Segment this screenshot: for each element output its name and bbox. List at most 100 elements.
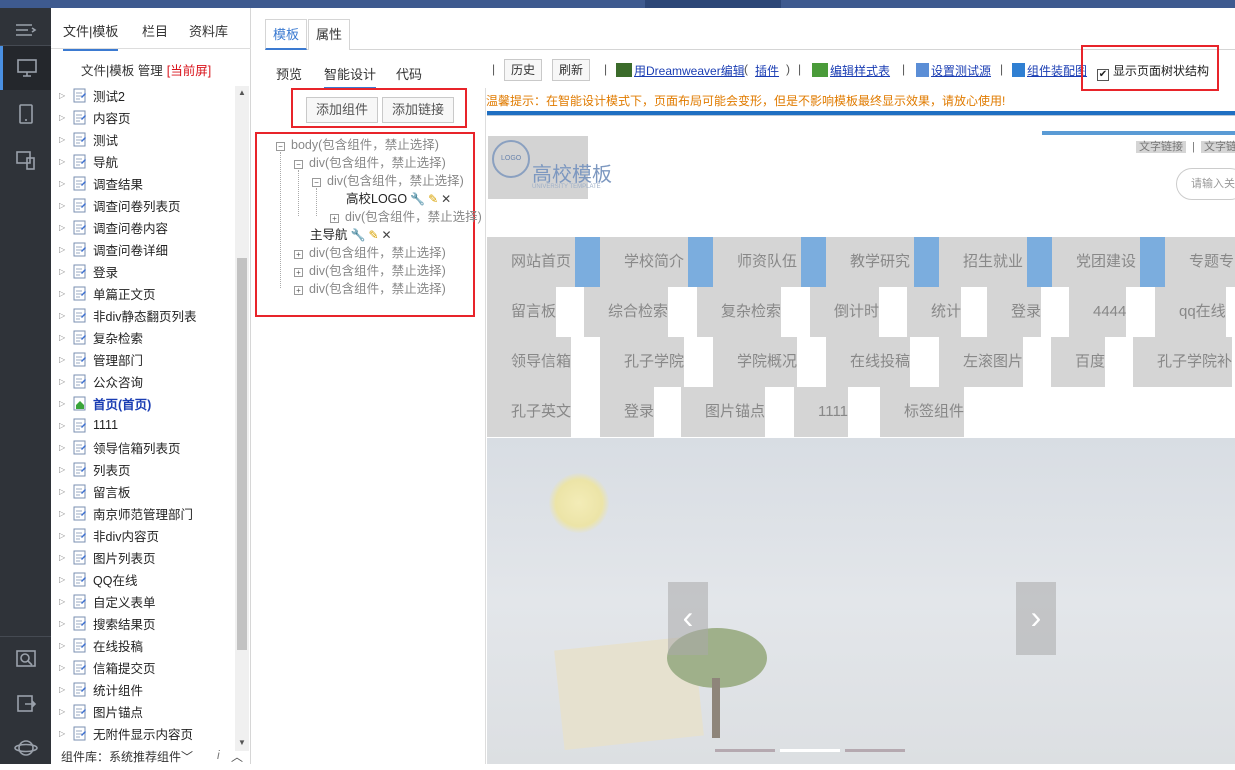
expand-arrow-icon[interactable]: ▷	[59, 245, 69, 254]
nav-item[interactable]: 专题专	[1165, 237, 1235, 287]
delete-icon[interactable]: ✕	[441, 190, 451, 208]
multi-device-icon[interactable]	[0, 138, 51, 182]
template-list-item[interactable]: ▷ 领导信箱列表页	[51, 436, 235, 458]
set-test-source-link[interactable]: 设置测试源	[916, 62, 991, 79]
expand-arrow-icon[interactable]: ▷	[59, 531, 69, 540]
tab-properties[interactable]: 属性	[308, 19, 351, 50]
expand-arrow-icon[interactable]: ▷	[59, 465, 69, 474]
nav-item[interactable]: 招生就业	[939, 237, 1027, 287]
expand-arrow-icon[interactable]: ▷	[59, 421, 69, 430]
expand-arrow-icon[interactable]: ▷	[59, 377, 69, 386]
expand-arrow-icon[interactable]: ▷	[59, 289, 69, 298]
add-link-button[interactable]: 添加链接	[382, 97, 455, 123]
template-list-item[interactable]: ▷ 测试	[51, 128, 235, 150]
tab-smart-design[interactable]: 智能设计	[324, 64, 377, 89]
tree-node-body[interactable]: − body(包含组件，禁止选择)	[276, 136, 439, 154]
site-search-input[interactable]: 请输入关	[1176, 168, 1235, 200]
nav-item[interactable]: 统计	[907, 287, 962, 337]
template-list-item[interactable]: ▷ 自定义表单	[51, 590, 235, 612]
scroll-up-icon[interactable]: ▲	[238, 88, 246, 97]
tab-file-template[interactable]: 文件|模板	[63, 21, 119, 51]
expand-icon[interactable]: +	[330, 214, 339, 223]
template-list-item[interactable]: ▷ QQ在线	[51, 568, 235, 590]
template-list-item[interactable]: ▷ 1111	[51, 414, 235, 436]
nav-item[interactable]: 综合检索	[584, 287, 669, 337]
prev-slide-button[interactable]: ‹	[668, 582, 708, 655]
expand-arrow-icon[interactable]: ▷	[59, 333, 69, 342]
expand-arrow-icon[interactable]: ▷	[59, 663, 69, 672]
nav-item[interactable]: 留言板	[487, 287, 557, 337]
pencil-icon[interactable]: ✎	[368, 226, 378, 244]
nav-item[interactable]: 孔子英文	[487, 387, 572, 437]
template-list-item[interactable]: ▷ 调查问卷详细	[51, 238, 235, 260]
nav-item[interactable]: 孔子学院补	[1133, 337, 1233, 387]
template-list-item[interactable]: ▷ 公众咨询	[51, 370, 235, 392]
expand-arrow-icon[interactable]: ▷	[59, 619, 69, 628]
nav-item[interactable]: 复杂检索	[697, 287, 782, 337]
template-list-item[interactable]: ▷ 测试2	[51, 84, 235, 106]
site-logo[interactable]: LOGO 高校模板 UNIVERSITY TEMPLATE	[488, 136, 612, 199]
template-list-item[interactable]: ▷ 单篇正文页	[51, 282, 235, 304]
tree-node-div[interactable]: + div(包含组件，禁止选择)	[294, 262, 446, 280]
template-list-item[interactable]: ▷ 搜索结果页	[51, 612, 235, 634]
add-component-button[interactable]: 添加组件	[306, 97, 379, 123]
nav-item[interactable]: 百度	[1051, 337, 1106, 387]
expand-arrow-icon[interactable]: ▷	[59, 575, 69, 584]
template-list-item[interactable]: ▷ 导航	[51, 150, 235, 172]
template-list-item[interactable]: ▷ 信箱提交页	[51, 656, 235, 678]
tablet-icon[interactable]	[0, 92, 51, 136]
pencil-icon[interactable]: ✎	[428, 190, 438, 208]
nav-item[interactable]: 左滚图片	[939, 337, 1024, 387]
nav-item[interactable]: 登录	[600, 387, 655, 437]
collapse-icon[interactable]: −	[294, 160, 303, 169]
nav-item[interactable]: 登录	[987, 287, 1042, 337]
expand-arrow-icon[interactable]: ▷	[59, 179, 69, 188]
expand-arrow-icon[interactable]: ▷	[59, 223, 69, 232]
template-list-item[interactable]: ▷ 统计组件	[51, 678, 235, 700]
nav-item[interactable]: 学院概况	[713, 337, 798, 387]
info-icon[interactable]: i	[217, 748, 220, 762]
nav-item[interactable]: 孔子学院	[600, 337, 685, 387]
delete-icon[interactable]: ✕	[382, 226, 392, 244]
slide-dot[interactable]	[715, 749, 775, 752]
template-list-item[interactable]: ▷ 非div静态翻页列表	[51, 304, 235, 326]
globe-icon[interactable]	[0, 726, 51, 770]
desktop-icon[interactable]	[0, 46, 51, 90]
expand-arrow-icon[interactable]: ▷	[59, 311, 69, 320]
template-list-item[interactable]: ▷ 南京师范管理部门	[51, 502, 235, 524]
dreamweaver-edit-link[interactable]: 用Dreamweaver编辑	[616, 62, 745, 79]
expand-arrow-icon[interactable]: ▷	[59, 509, 69, 518]
plugin-link[interactable]: 插件	[755, 62, 779, 79]
expand-arrow-icon[interactable]: ▷	[59, 201, 69, 210]
component-map-link[interactable]: 组件装配图	[1012, 62, 1087, 79]
expand-icon[interactable]: +	[294, 268, 303, 277]
template-list-item[interactable]: ▷ 内容页	[51, 106, 235, 128]
expand-arrow-icon[interactable]: ▷	[59, 157, 69, 166]
expand-arrow-icon[interactable]: ▷	[59, 443, 69, 452]
tab-column[interactable]: 栏目	[142, 21, 168, 40]
template-list-item[interactable]: ▷ 图片列表页	[51, 546, 235, 568]
expand-arrow-icon[interactable]: ▷	[59, 267, 69, 276]
nav-item[interactable]: 4444	[1069, 287, 1127, 337]
scroll-down-icon[interactable]: ▼	[238, 738, 246, 747]
nav-item[interactable]: 1111	[794, 387, 849, 437]
tree-node-main-nav[interactable]: 主导航 🔧 ✎ ✕	[310, 226, 392, 244]
tree-node-div[interactable]: + div(包含组件，禁止选择)	[294, 280, 446, 298]
template-list-item[interactable]: ▷ 复杂检索	[51, 326, 235, 348]
expand-icon[interactable]: +	[294, 286, 303, 295]
template-list-item[interactable]: ▷ 调查问卷内容	[51, 216, 235, 238]
top-link[interactable]: 文字链接	[1136, 141, 1186, 153]
nav-item[interactable]: 党团建设	[1052, 237, 1140, 287]
top-link[interactable]: 文字链	[1200, 141, 1235, 153]
nav-item[interactable]: 师资队伍	[713, 237, 801, 287]
expand-arrow-icon[interactable]: ▷	[59, 729, 69, 738]
nav-item[interactable]: 标签组件	[880, 387, 965, 437]
slide-dot[interactable]	[845, 749, 905, 752]
nav-item[interactable]: 倒计时	[810, 287, 880, 337]
tab-template[interactable]: 模板	[265, 19, 308, 50]
expand-arrow-icon[interactable]: ▷	[59, 355, 69, 364]
template-list-item[interactable]: ▷ 列表页	[51, 458, 235, 480]
nav-item[interactable]: 学校简介	[600, 237, 688, 287]
tree-node-div[interactable]: + div(包含组件，禁止选择)	[294, 244, 446, 262]
tab-code[interactable]: 代码	[396, 64, 422, 83]
